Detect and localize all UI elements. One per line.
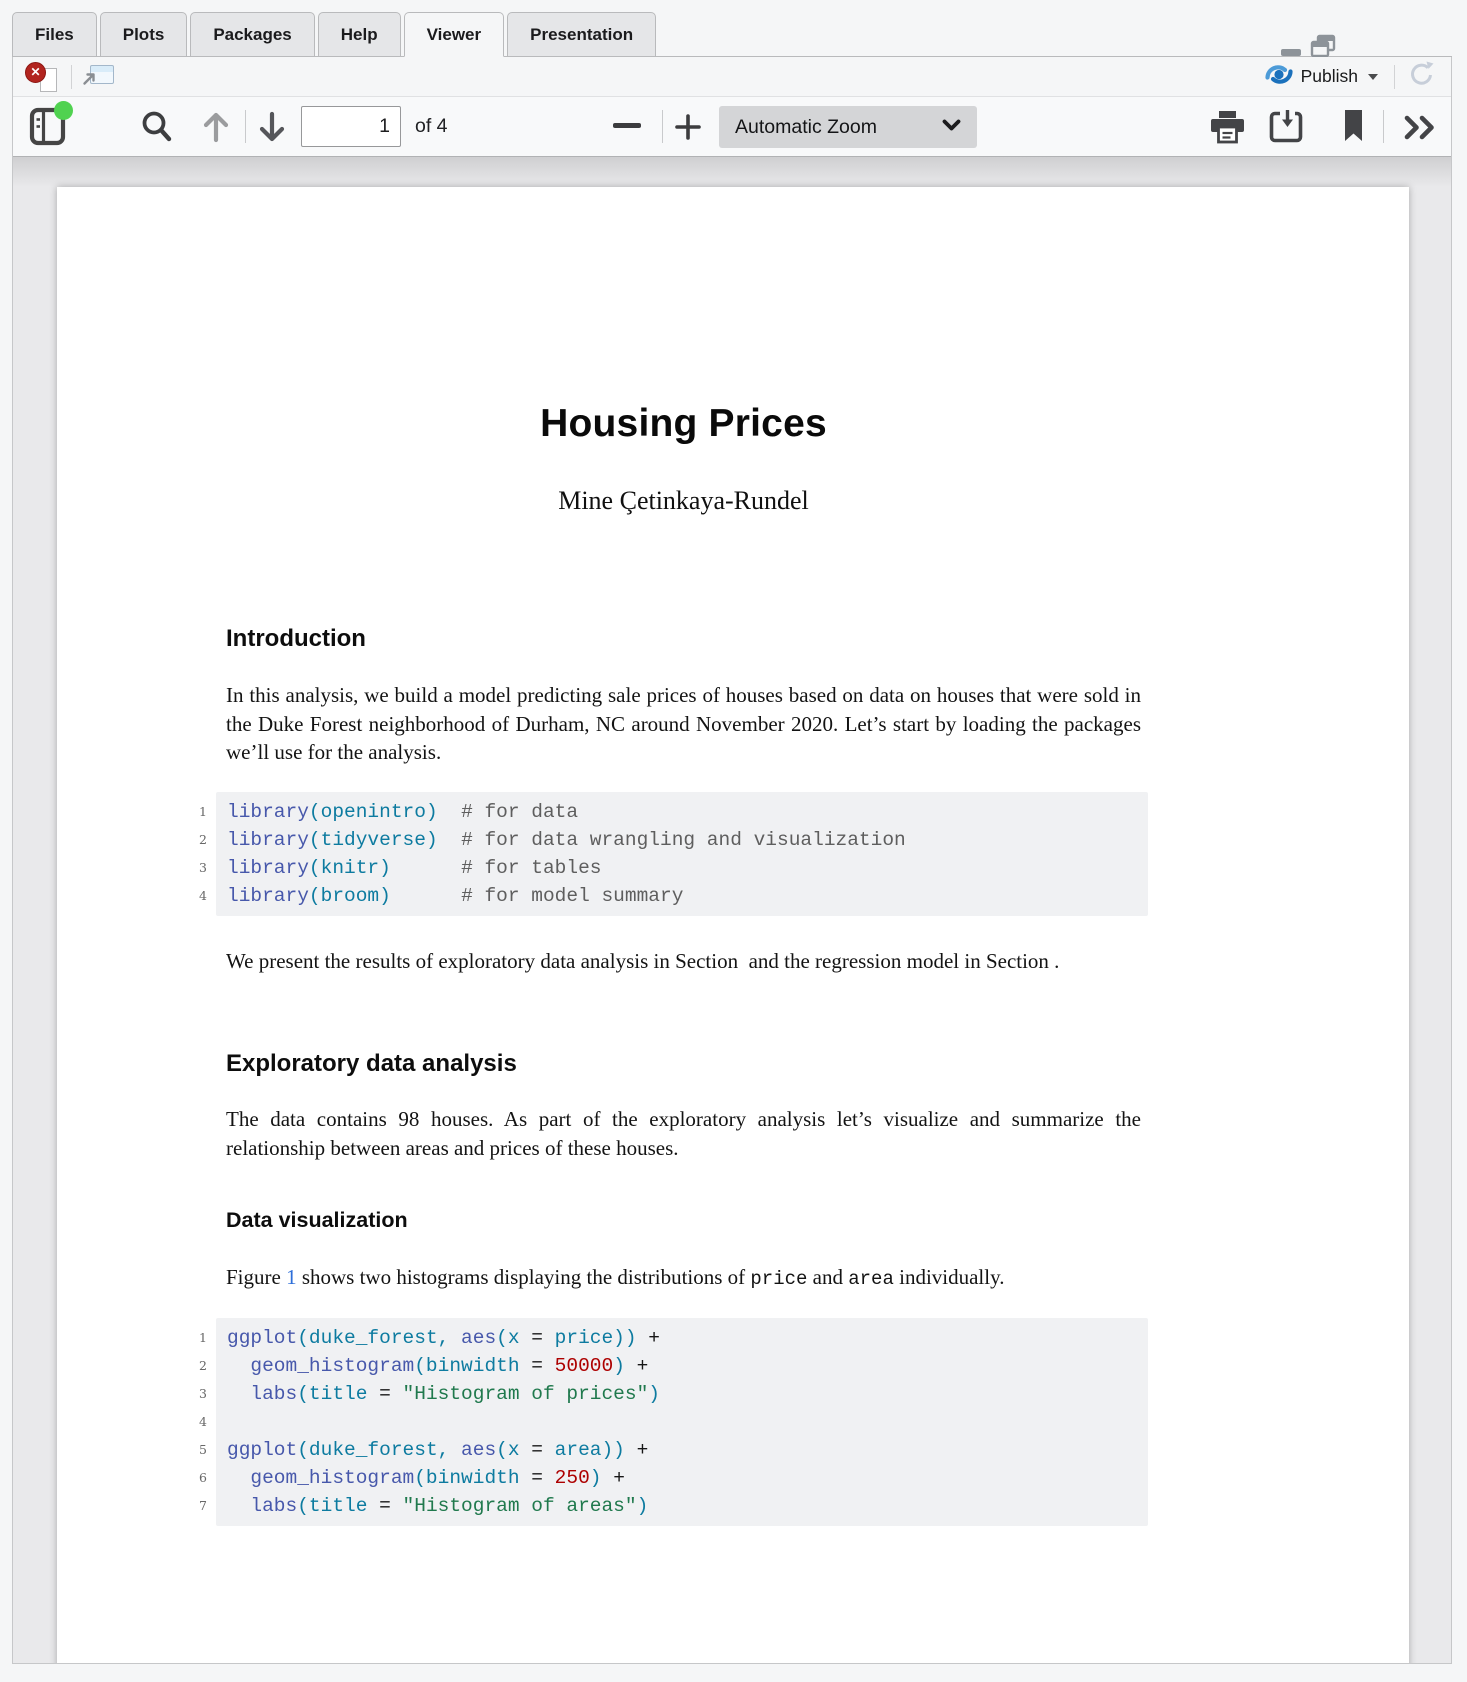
paragraph: The data contains 98 houses. As part of …	[226, 1105, 1141, 1162]
code-line: 1library(openintro) # for data	[227, 798, 1148, 826]
arrow-down-icon	[255, 134, 289, 151]
search-icon	[140, 132, 174, 149]
paragraph: Figure 1 shows two histograms displaying…	[226, 1263, 1141, 1294]
line-number: 6	[177, 1464, 207, 1492]
refresh-icon	[1407, 59, 1437, 94]
document-content: Housing Prices Mine Çetinkaya-Rundel Int…	[226, 187, 1141, 1663]
page-number-input[interactable]	[301, 106, 401, 147]
publish-button[interactable]: Publish	[1258, 61, 1384, 93]
code-line: 3 labs(title = "Histogram of prices")	[227, 1380, 1148, 1408]
toolbar-more-button[interactable]	[1402, 114, 1440, 146]
section-heading-eda: Exploratory data analysis	[226, 1050, 517, 1078]
tab-help[interactable]: Help	[318, 12, 401, 57]
pdf-viewer-area: Housing Prices Mine Çetinkaya-Rundel Int…	[13, 157, 1451, 1663]
viewer-toolbar: ✕ Publish	[13, 57, 1451, 97]
viewer-pane: ✕ Publish	[12, 57, 1452, 1664]
line-number: 3	[177, 854, 207, 882]
find-button[interactable]	[140, 108, 174, 150]
download-button[interactable]	[1267, 109, 1305, 149]
line-number: 2	[177, 826, 207, 854]
paragraph: We present the results of exploratory da…	[226, 947, 1141, 976]
status-green-dot	[54, 101, 73, 120]
line-number: 1	[177, 1324, 207, 1352]
print-button[interactable]	[1209, 110, 1246, 149]
code-line: 2 geom_histogram(binwidth = 50000) +	[227, 1352, 1148, 1380]
zoom-in-icon[interactable]	[672, 111, 704, 148]
pdf-page: Housing Prices Mine Çetinkaya-Rundel Int…	[57, 187, 1409, 1663]
double-chevron-icon	[1402, 128, 1440, 145]
close-viewer-button[interactable]: ✕	[25, 61, 61, 93]
code-block-ggplot: 1ggplot(duke_forest, aes(x = price)) +2 …	[216, 1318, 1148, 1526]
minimize-icon[interactable]	[1281, 49, 1301, 56]
line-number: 1	[177, 798, 207, 826]
code-line: 5ggplot(duke_forest, aes(x = area)) +	[227, 1436, 1148, 1464]
tab-presentation[interactable]: Presentation	[507, 12, 656, 57]
subsection-heading-data-visualization: Data visualization	[226, 1208, 408, 1233]
page-count-label: of 4	[415, 97, 448, 157]
zoom-select[interactable]: Automatic Zoom	[719, 106, 977, 148]
code-line: 2library(tidyverse) # for data wrangling…	[227, 826, 1148, 854]
separator	[71, 65, 72, 89]
line-number: 4	[177, 882, 207, 910]
separator	[1383, 110, 1384, 143]
line-number: 2	[177, 1352, 207, 1380]
pane-tabbar: Files Plots Packages Help Viewer Present…	[12, 10, 1452, 57]
line-number: 4	[177, 1408, 207, 1436]
next-page-button[interactable]	[255, 107, 289, 152]
code-line: 1ggplot(duke_forest, aes(x = price)) +	[227, 1324, 1148, 1352]
publish-caret-icon	[1368, 74, 1378, 80]
tab-plots[interactable]: Plots	[100, 12, 188, 57]
bookmark-button[interactable]	[1343, 108, 1364, 148]
pdf-toolbar: of 4 Automatic Zoom	[13, 97, 1451, 157]
separator	[662, 110, 663, 143]
tab-packages[interactable]: Packages	[190, 12, 314, 57]
chevron-down-icon	[942, 118, 961, 136]
separator	[1394, 65, 1395, 89]
tab-files[interactable]: Files	[12, 12, 97, 57]
code-line: 7 labs(title = "Histogram of areas")	[227, 1492, 1148, 1520]
figure-1-link[interactable]: 1	[286, 1265, 297, 1289]
separator	[245, 110, 246, 143]
line-number: 5	[177, 1436, 207, 1464]
refresh-button[interactable]	[1405, 61, 1439, 93]
document-title: Housing Prices	[226, 402, 1141, 446]
close-icon: ✕	[25, 62, 46, 83]
previous-page-button[interactable]	[199, 107, 233, 152]
publish-icon	[1264, 64, 1294, 90]
code-block-libraries: 1library(openintro) # for data2library(t…	[216, 792, 1148, 916]
bookmark-icon	[1343, 130, 1364, 147]
code-line: 4	[227, 1408, 1148, 1436]
zoom-out-icon[interactable]	[613, 123, 641, 128]
toggle-sidebar-button[interactable]	[29, 107, 69, 149]
popout-arrow-icon	[82, 71, 97, 91]
zoom-select-value: Automatic Zoom	[735, 116, 942, 139]
publish-label: Publish	[1301, 66, 1358, 87]
paragraph: In this analysis, we build a model predi…	[226, 681, 1141, 767]
arrow-up-icon	[199, 134, 233, 151]
line-number: 3	[177, 1380, 207, 1408]
download-icon	[1267, 131, 1305, 148]
tab-viewer[interactable]: Viewer	[404, 12, 505, 57]
print-icon	[1209, 131, 1246, 148]
line-number: 7	[177, 1492, 207, 1520]
code-line: 3library(knitr) # for tables	[227, 854, 1148, 882]
document-author: Mine Çetinkaya-Rundel	[226, 486, 1141, 516]
open-in-new-window-button[interactable]	[82, 63, 114, 91]
code-line: 4library(broom) # for model summary	[227, 882, 1148, 910]
section-heading-introduction: Introduction	[226, 625, 366, 653]
code-line: 6 geom_histogram(binwidth = 250) +	[227, 1464, 1148, 1492]
